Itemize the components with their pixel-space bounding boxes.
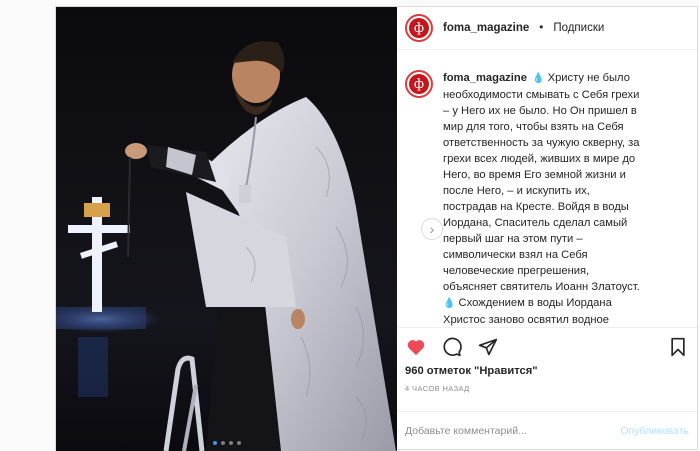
caption-paragraph-2: Схождением в воды Иордана Христос заново… [443,297,612,326]
avatar[interactable]: ф [405,14,433,42]
caption-text: foma_magazine 💧 Христу не было необходим… [443,70,643,327]
publish-button[interactable]: Опубликовать [620,425,689,437]
heart-icon[interactable] [405,336,427,358]
following-button[interactable]: Подписки [553,22,604,34]
post-header: ф foma_magazine • Подписки [397,7,697,50]
header-username[interactable]: foma_magazine [443,22,529,34]
priest-photo-illustration [56,7,397,451]
caption-username[interactable]: foma_magazine [443,72,527,84]
caption-paragraph-1: Христу не было необходимости смывать с С… [443,72,640,293]
post-photo[interactable] [56,7,397,451]
droplet-icon: 💧 [443,298,456,309]
bookmark-icon[interactable] [667,336,689,358]
carousel-dot [220,441,225,445]
share-icon[interactable] [477,336,499,358]
header-separator: • [539,22,544,34]
droplet-icon: 💧 [532,73,545,84]
carousel-indicator [56,441,397,445]
post-timestamp: 4 ЧАСОВ НАЗАД [405,384,470,393]
comment-icon[interactable] [441,336,463,358]
foma-logo-icon: ф [409,74,429,94]
foma-logo-icon: ф [409,18,429,38]
comment-box: Опубликовать [397,411,697,449]
carousel-dot [212,441,217,445]
comment-input[interactable] [405,424,621,437]
action-bar [397,327,697,365]
carousel-dot [228,441,233,445]
likes-count[interactable]: 960 отметок "Нравится" [397,365,697,381]
instagram-post: ф foma_magazine • Подписки ф foma_magazi… [55,6,698,451]
carousel-dot [236,441,241,445]
caption-area[interactable]: ф foma_magazine 💧 Христу не было необход… [397,50,697,327]
caption-avatar[interactable]: ф [405,70,433,98]
chevron-right-icon[interactable]: › [421,218,443,240]
